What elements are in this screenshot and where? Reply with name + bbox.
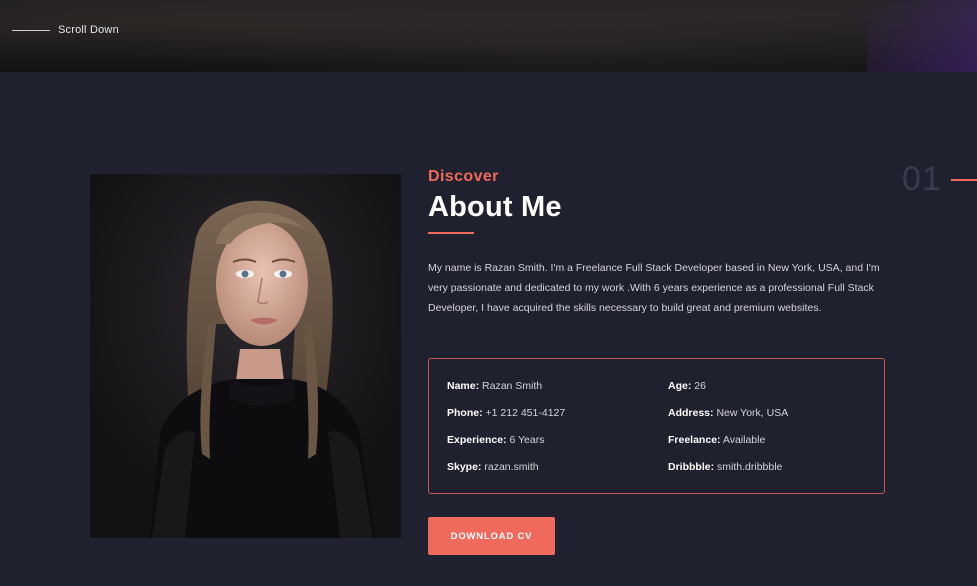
info-address-label: Address: [668, 407, 714, 419]
info-age-value: 26 [694, 380, 706, 392]
hero-accent [867, 0, 977, 72]
scroll-down-link[interactable]: Scroll Down [12, 24, 119, 36]
info-skype: Skype: razan.smith [447, 461, 539, 473]
info-skype-label: Skype: [447, 461, 482, 473]
info-experience-label: Experience: [447, 434, 507, 446]
info-address-value: New York, USA [716, 407, 789, 419]
info-skype-value: razan.smith [484, 461, 539, 473]
profile-photo [90, 174, 401, 538]
info-name-label: Name: [447, 380, 480, 392]
download-cv-button[interactable]: DOWNLOAD CV [428, 517, 555, 555]
scroll-down-label: Scroll Down [58, 24, 119, 36]
info-dribbble-label: Dribbble: [668, 461, 715, 473]
info-freelance: Freelance: Available [668, 434, 765, 446]
scroll-line [12, 29, 50, 31]
info-experience: Experience: 6 Years [447, 434, 545, 446]
section-title: About Me [428, 191, 562, 223]
info-freelance-value: Available [722, 434, 766, 446]
info-phone-value: +1 212 451-4127 [485, 407, 566, 419]
info-name-value: Razan Smith [482, 380, 543, 392]
info-name: Name: Razan Smith [447, 380, 542, 392]
info-age: Age: 26 [668, 380, 706, 392]
section-eyebrow: Discover [428, 168, 499, 185]
section-number: 01 [902, 160, 942, 198]
info-phone-label: Phone: [447, 407, 483, 419]
info-phone: Phone: +1 212 451-4127 [447, 407, 565, 419]
section-number-line [951, 179, 977, 181]
hero-banner: Scroll Down [0, 0, 977, 72]
info-freelance-label: Freelance: [668, 434, 721, 446]
info-address: Address: New York, USA [668, 407, 788, 419]
page: Scroll Down Discover About Me 01 My name… [0, 0, 977, 586]
title-underline [428, 232, 474, 234]
info-dribbble-value: smith.dribbble [717, 461, 783, 473]
info-dribbble: Dribbble: smith.dribbble [668, 461, 782, 473]
personal-info-box: Name: Razan Smith Age: 26 Phone: +1 212 … [428, 358, 885, 494]
info-experience-value: 6 Years [509, 434, 545, 446]
info-age-label: Age: [668, 380, 692, 392]
bio-paragraph: My name is Razan Smith. I'm a Freelance … [428, 262, 880, 314]
